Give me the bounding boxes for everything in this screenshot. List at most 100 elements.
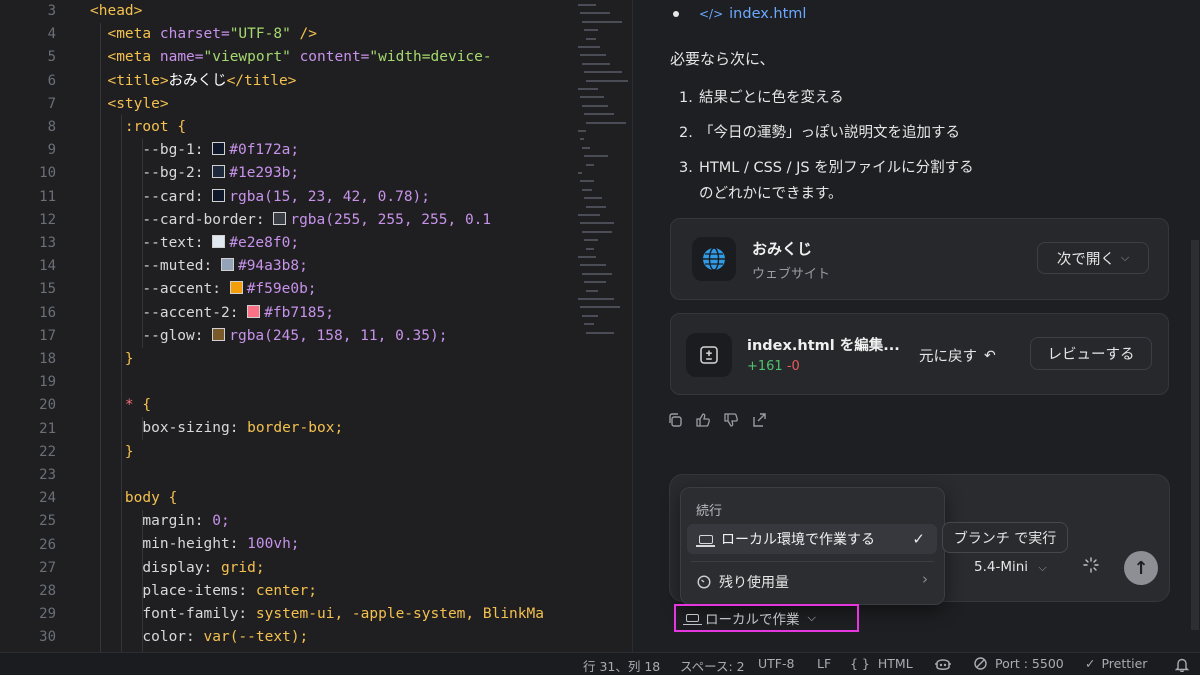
code-line: <meta charset="UTF-8" />: [90, 23, 632, 46]
minimap-line: [580, 54, 606, 57]
code-token: --accent-2:: [142, 304, 239, 321]
code-token: font-family:: [142, 606, 248, 622]
line-number: 6: [47, 72, 56, 89]
code-token: body: [124, 490, 160, 506]
check-icon: ✓: [912, 530, 925, 548]
line-number: 24: [39, 490, 56, 507]
sparkle-icon[interactable]: [1082, 556, 1100, 574]
review-button[interactable]: レビューする: [1030, 337, 1152, 370]
copilot-icon[interactable]: [934, 657, 952, 672]
encoding[interactable]: UTF-8: [758, 656, 794, 671]
code-token: "width=device-: [369, 49, 492, 66]
no-entry-icon: [974, 657, 987, 670]
color-swatch[interactable]: [212, 327, 226, 341]
line-number: 22: [39, 443, 56, 460]
minimap-line: [586, 163, 594, 166]
code-token: />: [290, 26, 318, 43]
minimap-line: [584, 323, 594, 326]
code-token: rgba(15, 23, 42, 0.78);: [229, 188, 431, 205]
language-mode[interactable]: { } HTML: [850, 656, 913, 671]
color-swatch[interactable]: [212, 235, 226, 248]
code-area[interactable]: <head> <meta charset="UTF-8" /> <meta na…: [90, 0, 632, 652]
thumbs-up-icon[interactable]: [695, 412, 711, 428]
file-link[interactable]: index.html: [729, 6, 806, 22]
code-line: --accent: #f59e0b;: [90, 278, 632, 301]
model-selector[interactable]: 5.4-Mini ⌵: [974, 559, 1047, 575]
minimap-line: [582, 62, 610, 65]
port-label: Port : 5500: [994, 656, 1064, 671]
code-token: --card:: [142, 188, 204, 205]
chevron-right-icon: ›: [922, 570, 928, 588]
code-line: --muted: #94a3b8;: [90, 255, 632, 278]
braces-icon: { }: [850, 656, 870, 671]
code-token: }: [124, 443, 134, 460]
color-swatch[interactable]: [212, 165, 226, 179]
code-token: #e2e8f0;: [229, 235, 300, 251]
color-swatch[interactable]: [229, 281, 243, 295]
code-token: {: [168, 490, 178, 506]
code-token: {: [177, 119, 187, 135]
list-text: 「今日の運勢」っぽい説明文を追加する: [699, 125, 960, 141]
list-item: 1. 結果ごとに色を変える: [679, 86, 844, 107]
color-swatch[interactable]: [212, 142, 226, 156]
bell-icon[interactable]: [1175, 657, 1189, 672]
color-swatch[interactable]: [273, 211, 287, 225]
minimap-line: [584, 239, 598, 242]
live-server-port[interactable]: Port : 5500: [974, 656, 1064, 671]
code-token: <meta: [107, 26, 152, 43]
end-of-line[interactable]: LF: [817, 656, 831, 671]
color-swatch[interactable]: [220, 258, 234, 272]
code-token: rgba(255, 255, 255, 0.1: [290, 211, 492, 228]
code-editor[interactable]: 3 4 5 6 7 8 9 10 11 12 13 14 15 16 17 18 19 20 21 22 23 24 25 2…: [0, 0, 632, 652]
indentation[interactable]: スペース: 2: [680, 656, 745, 675]
code-line: box-sizing: border-box;: [90, 417, 632, 440]
minimap-line: [578, 130, 586, 132]
chevron-down-icon: ⌵: [1120, 251, 1130, 264]
chevron-down-icon: ⌵: [807, 611, 816, 624]
minimap-line: [584, 155, 608, 158]
remaining-usage-item[interactable]: 残り使用量: [697, 572, 789, 592]
color-swatch[interactable]: [212, 188, 226, 202]
minimap-line: [578, 298, 614, 300]
website-card[interactable]: おみくじ ウェブサイト 次で開く ⌵: [670, 218, 1169, 300]
diff-icon: [700, 346, 718, 364]
code-line: * {: [90, 394, 632, 417]
prettier-status[interactable]: ✓ Prettier: [1085, 656, 1147, 671]
edit-summary-card[interactable]: index.html を編集... +161 -0 元に戻す ↶ レビューする: [670, 313, 1169, 395]
work-locally-button[interactable]: ローカルで作業 ⌵: [674, 604, 859, 632]
line-number: 27: [39, 559, 56, 576]
line-number: 23: [39, 467, 56, 483]
minimap-line: [586, 247, 594, 250]
code-line: <head>: [90, 0, 632, 23]
list-text: 結果ごとに色を変える: [699, 90, 844, 106]
share-icon[interactable]: [751, 412, 767, 428]
send-button[interactable]: ↑: [1124, 551, 1158, 585]
thumbs-down-icon[interactable]: [723, 412, 739, 428]
minimap-line: [582, 104, 608, 107]
minimap-line: [580, 264, 606, 267]
local-environment-option[interactable]: ローカル環境で作業する ✓: [687, 524, 937, 554]
code-line: body {: [90, 487, 632, 510]
code-file-icon: </>: [699, 7, 724, 21]
color-swatch[interactable]: [247, 304, 261, 318]
copy-icon[interactable]: [667, 412, 683, 428]
minimap[interactable]: [574, 0, 632, 350]
undo-button[interactable]: 元に戻す ↶: [919, 345, 996, 366]
chat-scrollbar[interactable]: [1191, 240, 1199, 630]
line-number: 7: [47, 95, 56, 112]
code-line: color: var(--text);: [90, 626, 632, 649]
globe-icon: [703, 247, 725, 271]
minimap-line: [580, 222, 614, 225]
file-link-item: </> index.html: [673, 4, 806, 24]
code-token: box-sizing:: [142, 420, 239, 437]
run-on-branch-button[interactable]: ブランチ で実行: [942, 522, 1068, 553]
open-with-button[interactable]: 次で開く ⌵: [1037, 242, 1149, 274]
diff-icon-box: [686, 333, 732, 377]
cursor-position[interactable]: 行 31、列 18: [583, 656, 660, 675]
code-token: 0;: [212, 513, 230, 530]
minimap-line: [586, 205, 606, 208]
code-token: --muted:: [142, 258, 213, 275]
undo-label: 元に戻す: [919, 349, 977, 365]
model-label: 5.4-Mini: [974, 559, 1029, 575]
code-token: system-ui, -apple-system, BlinkMa: [255, 606, 544, 622]
